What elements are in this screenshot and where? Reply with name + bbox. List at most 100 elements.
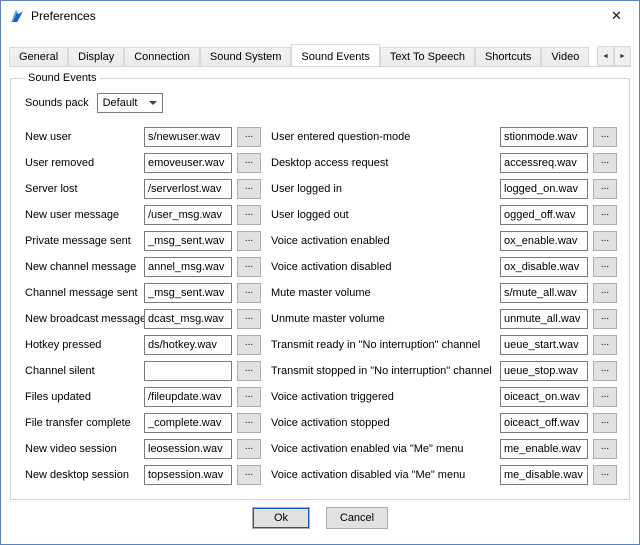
ok-button[interactable]: Ok (252, 507, 310, 529)
sound-file-input[interactable] (144, 205, 232, 225)
browse-button[interactable]: ... (237, 335, 261, 355)
browse-button[interactable]: ... (593, 257, 617, 277)
sound-file-input[interactable] (500, 361, 588, 381)
browse-button[interactable]: ... (593, 283, 617, 303)
sound-file-input[interactable] (144, 335, 232, 355)
browse-button[interactable]: ... (237, 361, 261, 381)
tab-sound-events[interactable]: Sound Events (291, 44, 380, 67)
browse-button[interactable]: ... (237, 127, 261, 147)
sound-file-input[interactable] (500, 257, 588, 277)
browse-button[interactable]: ... (237, 179, 261, 199)
sound-file-input[interactable] (500, 153, 588, 173)
sound-file-input[interactable] (144, 127, 232, 147)
sound-file-input[interactable] (500, 387, 588, 407)
sound-event-label: Unmute master volume (271, 313, 500, 325)
sound-file-input[interactable] (144, 153, 232, 173)
sound-event-label: Transmit stopped in "No interruption" ch… (271, 365, 500, 377)
sound-event-label: Files updated (25, 391, 144, 403)
browse-button[interactable]: ... (237, 439, 261, 459)
browse-button[interactable]: ... (237, 413, 261, 433)
sound-event-label: Voice activation triggered (271, 391, 500, 403)
browse-button[interactable]: ... (593, 361, 617, 381)
sound-event-row: Voice activation enabled... (271, 228, 617, 254)
browse-button[interactable]: ... (593, 439, 617, 459)
sound-file-input[interactable] (144, 231, 232, 251)
sound-event-label: Private message sent (25, 235, 144, 247)
browse-button[interactable]: ... (237, 465, 261, 485)
sound-event-row: Voice activation stopped... (271, 410, 617, 436)
sound-file-input[interactable] (500, 205, 588, 225)
sound-events-columns: New user...User removed...Server lost...… (25, 124, 617, 488)
sound-file-input[interactable] (500, 127, 588, 147)
sound-event-label: Voice activation disabled via "Me" menu (271, 469, 500, 481)
browse-button[interactable]: ... (237, 231, 261, 251)
sound-event-label: User logged out (271, 209, 500, 221)
browse-button[interactable]: ... (593, 179, 617, 199)
sound-file-input[interactable] (144, 361, 232, 381)
sound-event-label: Channel silent (25, 365, 144, 377)
close-button[interactable]: ✕ (594, 1, 639, 31)
browse-button[interactable]: ... (593, 335, 617, 355)
sound-file-input[interactable] (500, 231, 588, 251)
browse-button[interactable]: ... (593, 153, 617, 173)
sound-event-row: User removed... (25, 150, 261, 176)
tab-scroll-right-button[interactable]: ► (614, 46, 631, 66)
sound-event-label: New channel message (25, 261, 144, 273)
browse-button[interactable]: ... (237, 387, 261, 407)
sound-event-label: New user (25, 131, 144, 143)
sound-file-input[interactable] (500, 309, 588, 329)
sound-file-input[interactable] (500, 283, 588, 303)
sound-events-groupbox: Sound Events Sounds pack Default New use… (10, 72, 630, 500)
sound-event-row: Desktop access request... (271, 150, 617, 176)
sound-file-input[interactable] (500, 179, 588, 199)
sound-event-row: User entered question-mode... (271, 124, 617, 150)
sound-event-row: Channel message sent... (25, 280, 261, 306)
browse-button[interactable]: ... (237, 153, 261, 173)
sound-file-input[interactable] (144, 439, 232, 459)
sound-event-label: Hotkey pressed (25, 339, 144, 351)
sound-event-row: Voice activation enabled via "Me" menu..… (271, 436, 617, 462)
sound-file-input[interactable] (144, 387, 232, 407)
sound-file-input[interactable] (500, 439, 588, 459)
sound-event-label: New desktop session (25, 469, 144, 481)
browse-button[interactable]: ... (237, 257, 261, 277)
sound-event-row: New user message... (25, 202, 261, 228)
sound-file-input[interactable] (144, 283, 232, 303)
browse-button[interactable]: ... (593, 387, 617, 407)
sounds-pack-row: Sounds pack Default (25, 93, 617, 113)
tab-display[interactable]: Display (68, 47, 124, 66)
cancel-button[interactable]: Cancel (326, 507, 388, 529)
sound-event-row: User logged out... (271, 202, 617, 228)
browse-button[interactable]: ... (237, 283, 261, 303)
sound-event-row: Channel silent... (25, 358, 261, 384)
browse-button[interactable]: ... (593, 465, 617, 485)
browse-button[interactable]: ... (593, 205, 617, 225)
sounds-pack-select[interactable]: Default (97, 93, 163, 113)
sound-file-input[interactable] (500, 335, 588, 355)
tab-general[interactable]: General (9, 47, 68, 66)
tab-shortcuts[interactable]: Shortcuts (475, 47, 541, 66)
sound-file-input[interactable] (144, 465, 232, 485)
tab-text-to-speech[interactable]: Text To Speech (380, 47, 475, 66)
sound-event-label: Voice activation disabled (271, 261, 500, 273)
tab-video[interactable]: Video (541, 47, 589, 66)
groupbox-title: Sound Events (25, 72, 100, 84)
browse-button[interactable]: ... (593, 309, 617, 329)
browse-button[interactable]: ... (237, 309, 261, 329)
browse-button[interactable]: ... (593, 413, 617, 433)
tab-sound-system[interactable]: Sound System (200, 47, 292, 66)
tab-connection[interactable]: Connection (124, 47, 200, 66)
sound-file-input[interactable] (144, 257, 232, 277)
sound-file-input[interactable] (144, 413, 232, 433)
browse-button[interactable]: ... (593, 231, 617, 251)
sound-event-row: New channel message... (25, 254, 261, 280)
sound-file-input[interactable] (144, 179, 232, 199)
sound-file-input[interactable] (144, 309, 232, 329)
sound-file-input[interactable] (500, 413, 588, 433)
sounds-pack-label: Sounds pack (25, 97, 89, 109)
sound-event-label: Voice activation stopped (271, 417, 500, 429)
browse-button[interactable]: ... (237, 205, 261, 225)
browse-button[interactable]: ... (593, 127, 617, 147)
sound-file-input[interactable] (500, 465, 588, 485)
tab-scroll-left-button[interactable]: ◄ (597, 46, 614, 66)
